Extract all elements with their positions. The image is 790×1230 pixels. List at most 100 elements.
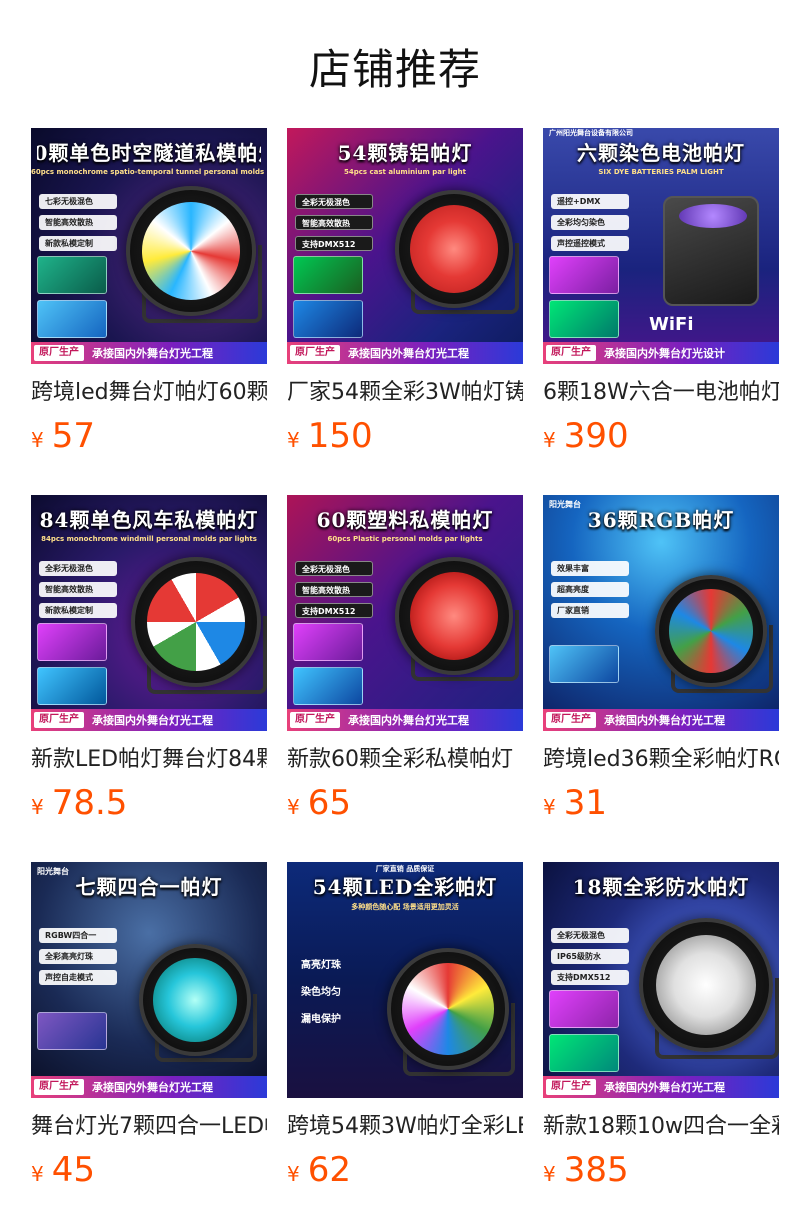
led-array: [410, 205, 498, 293]
footer-slogan: 承接国内外舞台灯光工程: [604, 714, 725, 727]
product-card[interactable]: 18颗全彩防水帕灯 全彩无极混色 IP65级防水 支持DMX512 原厂生产 承接国内外舞…: [543, 862, 779, 1199]
image-topline: 厂家直销 品质保证: [375, 865, 435, 873]
factory-label: 原厂生产: [34, 712, 84, 728]
color-sample: [37, 667, 107, 705]
image-tagline: 多种颜色随心配 场景适用更加灵活: [351, 903, 459, 911]
color-sample: [549, 300, 619, 338]
image-footer-strip: 原厂生产 承接国内外舞台灯光设计: [543, 342, 779, 364]
led-array: [147, 573, 245, 671]
store-recommendations-page: 店铺推荐 60颗单色时空隧道私模帕灯 60pcs monochrome spati…: [0, 0, 790, 1230]
product-price: ¥390: [543, 416, 779, 456]
feature-badges: RGBW四合一 全彩高亮灯珠 声控自走模式: [39, 928, 117, 985]
product-image[interactable]: 54颗LED全彩帕灯 多种颜色随心配 场景适用更加灵活 厂家直销 品质保证 高亮灯珠染…: [287, 862, 523, 1098]
product-title[interactable]: 跨境54颗3W帕灯全彩LED: [287, 1112, 523, 1142]
currency-symbol: ¥: [31, 428, 44, 452]
led-array: [142, 202, 240, 300]
color-sample: [37, 256, 107, 294]
led-array: [402, 963, 494, 1055]
product-image[interactable]: 60颗塑料私模帕灯 60pcs Plastic personal molds pa…: [287, 495, 523, 731]
color-sample: [37, 300, 107, 338]
led-array: [153, 958, 237, 1042]
image-footer-strip: 原厂生产 承接国内外舞台灯光工程: [31, 342, 267, 364]
product-title[interactable]: 6颗18W六合一电池帕灯: [543, 378, 779, 408]
brand-logo: 阳光舞台: [549, 500, 581, 509]
product-card[interactable]: 54颗铸铝帕灯 54pcs cast aluminium par light 全彩无…: [287, 128, 523, 465]
feature-badges: 全彩无极混色 智能高效散热 新款私模定制: [39, 561, 117, 618]
price-value: 62: [307, 1150, 351, 1190]
footer-slogan: 承接国内外舞台灯光工程: [92, 347, 213, 360]
feature-badge: 智能高效散热: [295, 582, 373, 597]
par-light-fixture: [131, 557, 261, 687]
feature-badge: 支持DMX512: [551, 970, 629, 985]
product-title[interactable]: 新款18颗10w四合一全彩防水帕灯: [543, 1112, 779, 1142]
image-tagline: SIX DYE BATTERIES PALM LIGHT: [598, 168, 724, 176]
image-company-name: 广州阳光舞台设备有限公司: [549, 129, 633, 137]
wifi-mark: WiFi: [649, 314, 694, 335]
feature-badge: 智能高效散热: [39, 215, 117, 230]
feature-badge: 支持DMX512: [295, 603, 373, 618]
image-tagline: 60pcs Plastic personal molds par lights: [327, 535, 483, 543]
feature-badges: 全彩无极混色 智能高效散热 支持DMX512: [295, 194, 373, 251]
image-banner-text: 60颗塑料私模帕灯: [316, 507, 494, 532]
product-price: ¥78.5: [31, 783, 267, 823]
product-card[interactable]: 六颗染色电池帕灯 SIX DYE BATTERIES PALM LIGHT 广州阳光…: [543, 128, 779, 465]
image-footer-strip: 原厂生产 承接国内外舞台灯光工程: [287, 342, 523, 364]
feature-badge: 全彩无极混色: [39, 561, 117, 576]
image-footer-strip: 原厂生产 承接国内外舞台灯光工程: [31, 1076, 267, 1098]
par-light-fixture: [639, 918, 773, 1052]
product-image[interactable]: 六颗染色电池帕灯 SIX DYE BATTERIES PALM LIGHT 广州阳光…: [543, 128, 779, 364]
factory-label: 原厂生产: [546, 345, 596, 361]
product-card[interactable]: 84颗单色风车私模帕灯 84pcs monochrome windmill per…: [31, 495, 267, 832]
price-value: 45: [51, 1150, 95, 1190]
product-image[interactable]: 18颗全彩防水帕灯 全彩无极混色 IP65级防水 支持DMX512 原厂生产 承接国内外舞…: [543, 862, 779, 1098]
product-image[interactable]: 七颗四合一帕灯 阳光舞台 RGBW四合一 全彩高亮灯珠 声控自走模式 原厂生产 承接国内外舞…: [31, 862, 267, 1098]
product-card[interactable]: 60颗单色时空隧道私模帕灯 60pcs monochrome spatio-tem…: [31, 128, 267, 465]
product-card[interactable]: 54颗LED全彩帕灯 多种颜色随心配 场景适用更加灵活 厂家直销 品质保证 高亮灯珠染…: [287, 862, 523, 1199]
led-array: [410, 572, 498, 660]
product-image[interactable]: 36颗RGB帕灯 阳光舞台 效果丰富 超高亮度 厂家直销 原厂生产 承接国内外舞台灯光工程: [543, 495, 779, 731]
currency-symbol: ¥: [287, 428, 300, 452]
product-image[interactable]: 60颗单色时空隧道私模帕灯 60pcs monochrome spatio-tem…: [31, 128, 267, 364]
product-title[interactable]: 跨境led36颗全彩帕灯RGB: [543, 745, 779, 775]
color-sample: [549, 645, 619, 683]
product-card[interactable]: 36颗RGB帕灯 阳光舞台 效果丰富 超高亮度 厂家直销 原厂生产 承接国内外舞台灯光工程跨…: [543, 495, 779, 832]
price-value: 150: [307, 416, 373, 456]
product-title[interactable]: 厂家54颗全彩3W帕灯铸铝帕灯: [287, 378, 523, 408]
led-array: [679, 204, 747, 228]
product-card[interactable]: 七颗四合一帕灯 阳光舞台 RGBW四合一 全彩高亮灯珠 声控自走模式 原厂生产 承接国内外舞…: [31, 862, 267, 1199]
product-title[interactable]: 舞台灯光7颗四合一LED帕灯: [31, 1112, 267, 1142]
product-title[interactable]: 新款60颗全彩私模帕灯: [287, 745, 523, 775]
color-sample: [549, 990, 619, 1028]
feature-badge: 染色均匀: [301, 987, 341, 998]
product-price: ¥62: [287, 1150, 523, 1190]
product-price: ¥150: [287, 416, 523, 456]
color-sample: [293, 300, 363, 338]
image-banner-text: 54颗铸铝帕灯: [337, 140, 473, 165]
color-sample: [549, 1034, 619, 1072]
product-image[interactable]: 84颗单色风车私模帕灯 84pcs monochrome windmill per…: [31, 495, 267, 731]
product-title[interactable]: 跨境led舞台灯帕灯60颗单色时空隧道私模帕灯: [31, 378, 267, 408]
image-footer-strip: 原厂生产 承接国内外舞台灯光工程: [31, 709, 267, 731]
price-value: 390: [563, 416, 629, 456]
feature-badges: 七彩无极混色 智能高效散热 新款私模定制: [39, 194, 117, 251]
feature-badges: 全彩无极混色 IP65级防水 支持DMX512: [551, 928, 629, 985]
color-sample: [293, 256, 363, 294]
image-banner-text: 84颗单色风车私模帕灯: [39, 507, 259, 532]
feature-badge: 高亮灯珠: [301, 960, 341, 971]
par-light-fixture: [139, 944, 251, 1056]
feature-badge: 效果丰富: [551, 561, 629, 576]
product-image[interactable]: 54颗铸铝帕灯 54pcs cast aluminium par light 全彩无…: [287, 128, 523, 364]
par-light-fixture: [126, 186, 256, 316]
currency-symbol: ¥: [543, 1162, 556, 1186]
footer-slogan: 承接国内外舞台灯光工程: [348, 347, 469, 360]
feature-badge: 支持DMX512: [295, 236, 373, 251]
product-title[interactable]: 新款LED帕灯舞台灯84颗单色风车私模帕灯: [31, 745, 267, 775]
image-footer-strip: 原厂生产 承接国内外舞台灯光工程: [543, 709, 779, 731]
product-card[interactable]: 60颗塑料私模帕灯 60pcs Plastic personal molds pa…: [287, 495, 523, 832]
image-footer-strip: 原厂生产 承接国内外舞台灯光工程: [287, 709, 523, 731]
feature-badges: 全彩无极混色 智能高效散热 支持DMX512: [295, 561, 373, 618]
color-sample: [293, 623, 363, 661]
image-tagline: 84pcs monochrome windmill personal molds…: [41, 535, 257, 543]
feature-badges: 效果丰富 超高亮度 厂家直销: [551, 561, 629, 618]
par-light-fixture: [395, 557, 513, 675]
